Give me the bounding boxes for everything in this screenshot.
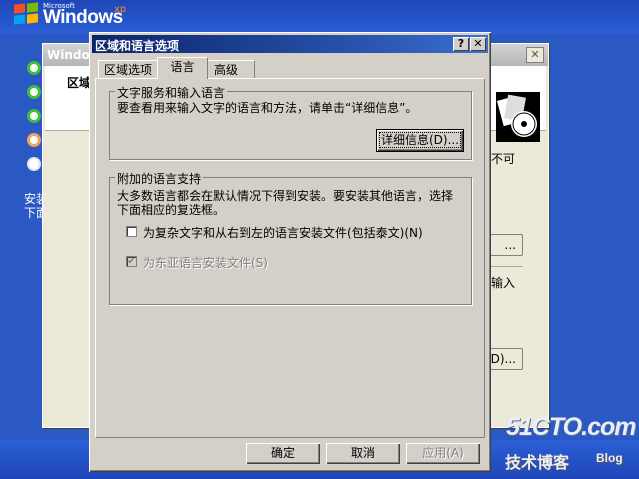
setup-step-pending-icon (27, 157, 41, 171)
setup-step-done-icon (27, 109, 41, 123)
languages-panel: 文字服务和输入语言 要查看用来输入文字的语言和方法，请单击“详细信息”。 详细信… (95, 78, 485, 438)
dialog-title: 区域和语言选项 (95, 39, 180, 53)
ok-button[interactable]: 确定 (246, 443, 320, 464)
setup-step-done-icon (27, 85, 41, 99)
text-services-description: 要查看用来输入文字的语言和方法，请单击“详细信息”。 (117, 101, 418, 115)
dialog-titlebar[interactable]: 区域和语言选项 ? ✕ (92, 35, 488, 53)
tab-advanced[interactable]: 高级 (207, 60, 255, 78)
close-button[interactable]: ✕ (470, 37, 486, 51)
background-close-button[interactable]: ✕ (526, 47, 544, 63)
supplemental-language-legend: 附加的语言支持 (115, 170, 204, 187)
windows-brand-sup: xp (114, 4, 127, 15)
complex-script-checkbox[interactable] (126, 226, 137, 237)
regional-language-dialog: 区域和语言选项 ? ✕ 区域选项 语言 高级 文字服务和输入语言 要查看用来输入… (89, 32, 491, 472)
cd-icon (496, 92, 540, 142)
watermark-blog: Blog (596, 451, 623, 465)
help-button[interactable]: ? (453, 37, 469, 51)
checkmark-icon: ✔ (127, 256, 136, 267)
setup-step-done-icon (27, 61, 41, 75)
background-text-fragment: 输入 (491, 276, 516, 290)
setup-step-current-icon (27, 133, 41, 147)
details-button-label: 详细信息(D)... (378, 132, 462, 148)
watermark-site: 51CTO.com (506, 413, 636, 441)
east-asian-checkbox[interactable]: ✔ (126, 256, 137, 267)
background-window-label: 区域 (67, 76, 92, 90)
watermark-tagline: 技术博客 (505, 453, 570, 472)
apply-button[interactable]: 应用(A) (406, 443, 480, 464)
tab-regional-options[interactable]: 区域选项 (98, 60, 158, 78)
supplemental-description: 下面相应的复选框。 (117, 203, 226, 217)
background-text-fragment: 不可 (491, 152, 516, 166)
tab-languages[interactable]: 语言 (157, 57, 208, 79)
windows-brand: Windows (43, 7, 123, 28)
cancel-button[interactable]: 取消 (326, 443, 400, 464)
windows-flag-icon (14, 2, 40, 26)
details-button[interactable]: 详细信息(D)... (376, 129, 464, 152)
east-asian-label[interactable]: 为东亚语言安装文件(S) (143, 254, 268, 271)
complex-script-label[interactable]: 为复杂文字和从右到左的语言安装文件(包括泰文)(N) (143, 224, 423, 241)
